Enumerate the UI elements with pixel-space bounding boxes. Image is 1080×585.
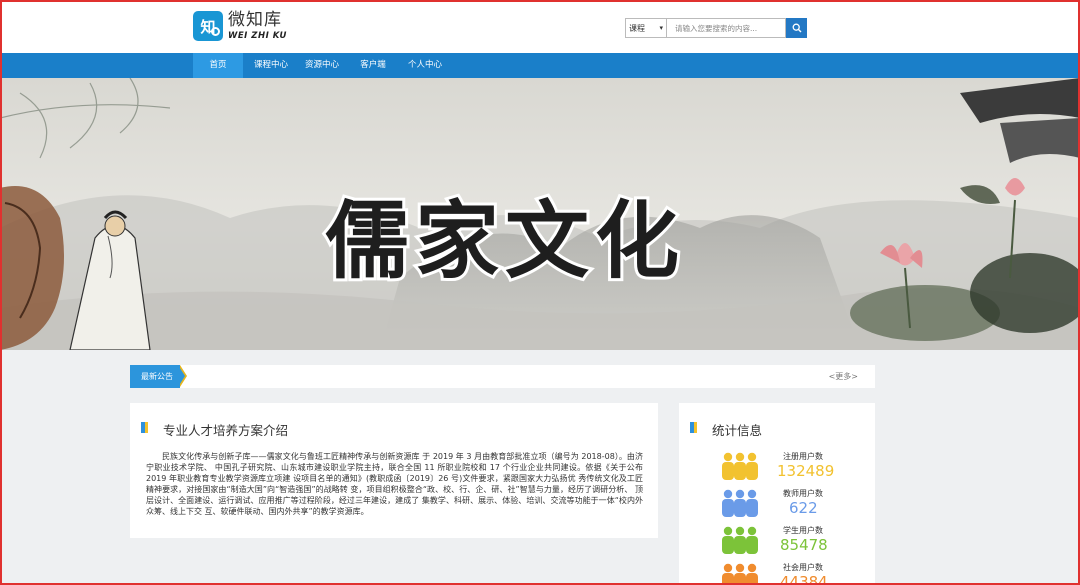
- stat-item-public: 社会用户数 44384: [679, 561, 875, 585]
- chevron-down-icon: ▾: [659, 24, 663, 32]
- users-icon: [722, 526, 758, 554]
- main-nav: 首页 课程中心 资源中心 客户端 个人中心: [0, 53, 1080, 78]
- logo-name-en: WEI ZHI KU: [228, 30, 287, 41]
- intro-title: 专业人才培养方案介绍: [163, 423, 289, 438]
- stat-label: 教师用户数: [783, 489, 823, 498]
- nav-item-courses[interactable]: 课程中心: [249, 53, 293, 78]
- hero-banner[interactable]: 儒家文化: [0, 78, 1080, 350]
- stats-title: 统计信息: [712, 423, 763, 438]
- banner-illustration: 儒家文化: [0, 78, 1080, 350]
- intro-panel: 专业人才培养方案介绍 民族文化传承与创新子库——儒家文化与鲁班工匠精神传承与创新…: [130, 403, 658, 538]
- stats-panel: 统计信息 注册用户数 132489 教师用户数 622 学生用户数 85478 …: [679, 403, 875, 585]
- stat-value: 622: [789, 499, 818, 517]
- site-logo[interactable]: 知 微知库 WEI ZHI KU: [193, 11, 287, 41]
- stat-label: 社会用户数: [783, 563, 823, 572]
- users-icon: [722, 452, 758, 480]
- stat-item-registered: 注册用户数 132489: [679, 450, 875, 487]
- notice-more-link[interactable]: <更多>: [829, 365, 858, 388]
- notice-tag: 最新公告: [130, 365, 187, 388]
- stat-value: 132489: [777, 462, 835, 480]
- search-input[interactable]: 请输入您要搜索的内容...: [667, 18, 786, 38]
- users-icon: [722, 489, 758, 517]
- logo-icon: 知: [193, 11, 223, 41]
- stat-item-teachers: 教师用户数 622: [679, 487, 875, 524]
- search-icon: [792, 23, 801, 33]
- nav-item-home[interactable]: 首页: [193, 53, 243, 78]
- stat-value: 44384: [780, 573, 828, 585]
- stat-value: 85478: [780, 536, 828, 554]
- notice-bar: 最新公告 <更多>: [130, 365, 875, 388]
- banner-title: 儒家文化: [325, 191, 685, 290]
- nav-item-resources[interactable]: 资源中心: [300, 53, 344, 78]
- intro-body: 民族文化传承与创新子库——儒家文化与鲁班工匠精神传承与创新资源库 于 2019 …: [146, 452, 643, 516]
- search-category-select[interactable]: 课程 ▾: [625, 18, 667, 38]
- search-button[interactable]: [786, 18, 807, 38]
- users-icon: [722, 563, 758, 585]
- stat-item-students: 学生用户数 85478: [679, 524, 875, 561]
- nav-item-personal[interactable]: 个人中心: [402, 53, 448, 78]
- logo-name-cn: 微知库: [228, 9, 282, 30]
- stat-label: 注册用户数: [783, 452, 823, 461]
- search-bar: 课程 ▾ 请输入您要搜索的内容...: [625, 18, 807, 38]
- header: 知 微知库 WEI ZHI KU 课程 ▾ 请输入您要搜索的内容...: [0, 0, 1080, 53]
- nav-item-client[interactable]: 客户端: [354, 53, 392, 78]
- title-marker-icon: [690, 422, 697, 433]
- stat-label: 学生用户数: [783, 526, 823, 535]
- title-marker-icon: [141, 422, 148, 433]
